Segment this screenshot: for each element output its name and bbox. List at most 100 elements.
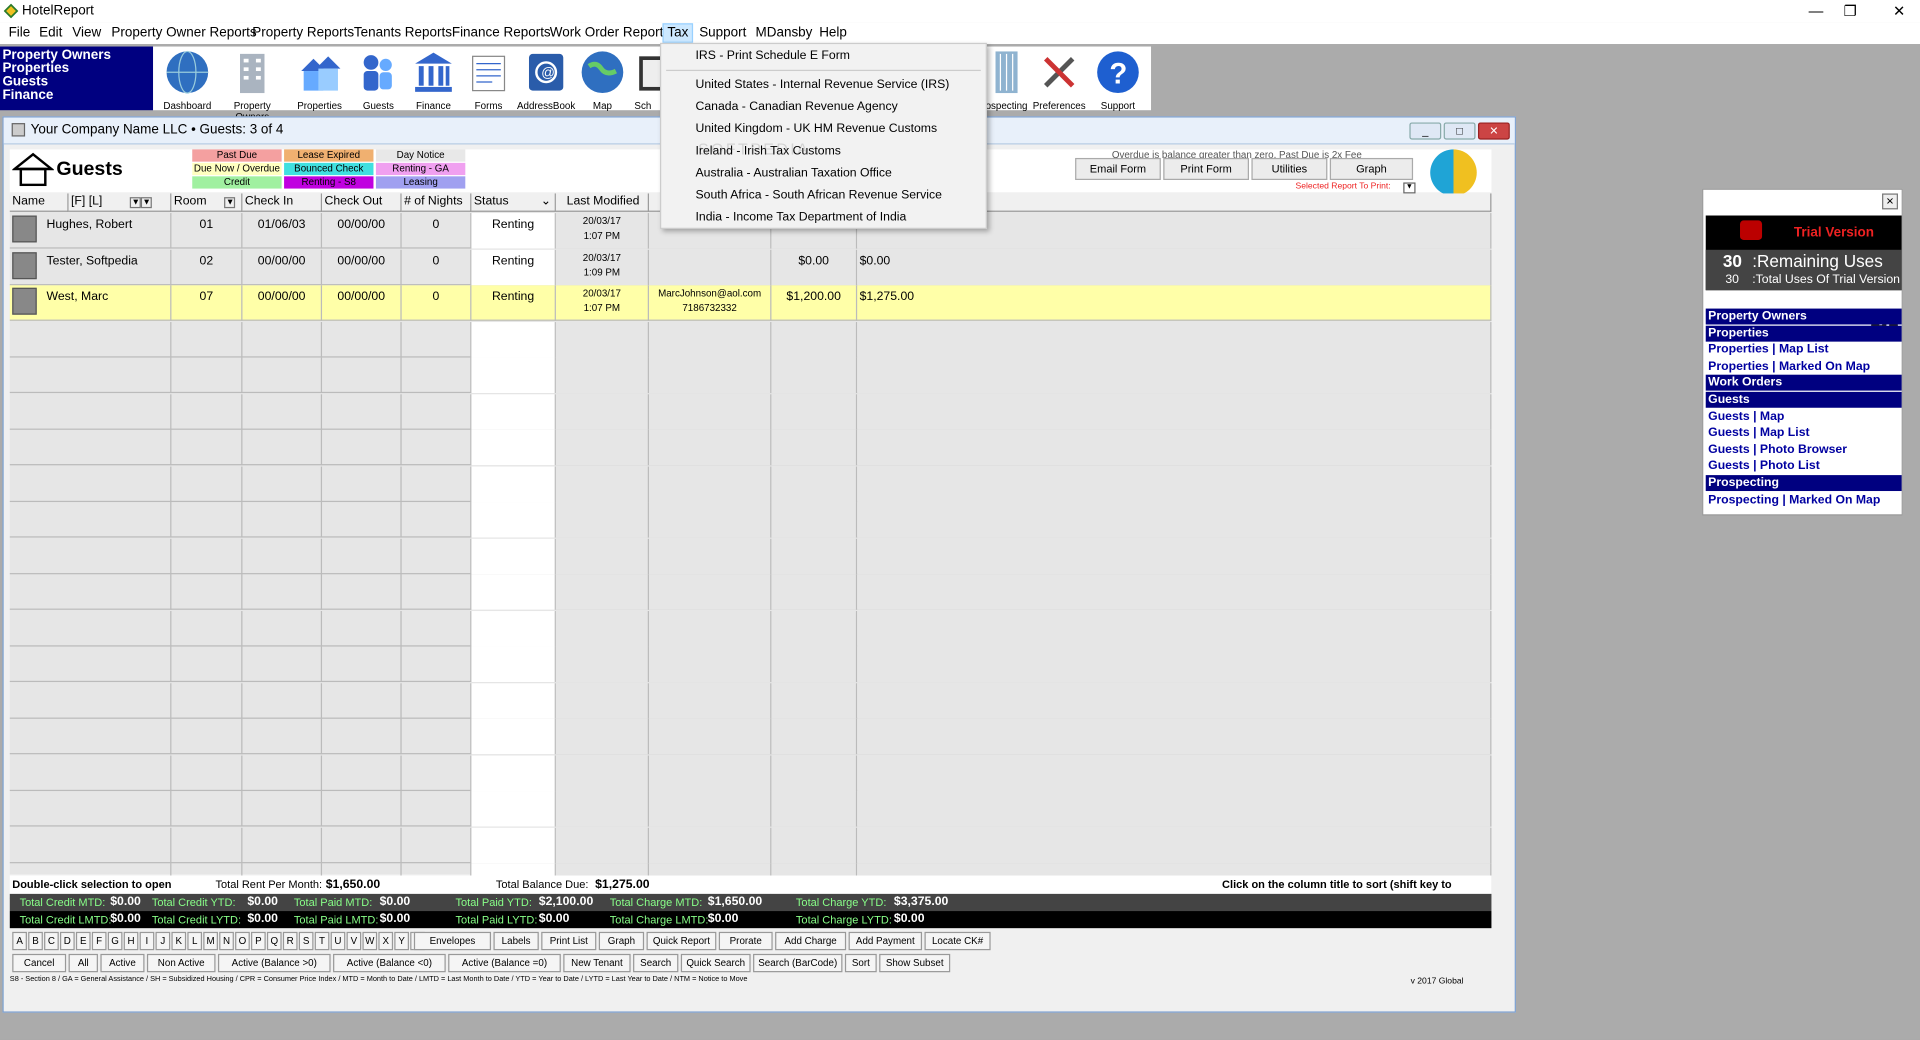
menu-support[interactable]: Support bbox=[696, 24, 751, 41]
tax-menu-item-uk[interactable]: United Kingdom - UK HM Revenue Customs bbox=[696, 122, 938, 135]
menu-view[interactable]: View bbox=[69, 24, 105, 41]
toolbar-preferences[interactable]: Preferences bbox=[1029, 49, 1090, 111]
toolbar-addressbook[interactable]: @ AddressBook bbox=[516, 49, 577, 111]
letter-button-x[interactable]: X bbox=[378, 931, 394, 951]
filter-button[interactable]: Cancel bbox=[12, 953, 67, 973]
table-row[interactable] bbox=[9, 321, 1492, 357]
filter-button[interactable]: Active (Balance >0) bbox=[217, 953, 331, 973]
utilities-button[interactable]: Utilities bbox=[1251, 157, 1328, 181]
table-row[interactable] bbox=[9, 538, 1492, 574]
quick-link[interactable]: Prospecting | Marked On Map bbox=[1706, 492, 1902, 508]
toolbar-schedule[interactable]: Sch bbox=[624, 49, 662, 111]
letter-button-r[interactable]: R bbox=[282, 931, 298, 951]
toolbar-finance[interactable]: Finance bbox=[403, 49, 464, 111]
filter-button[interactable]: Search bbox=[633, 953, 679, 973]
quick-link[interactable]: Properties bbox=[1705, 325, 1902, 342]
action-button[interactable]: Graph bbox=[598, 931, 645, 951]
letter-button-w[interactable]: W bbox=[362, 931, 378, 951]
menu-property-reports[interactable]: Property Reports bbox=[249, 24, 358, 41]
quick-link[interactable]: Guests | Photo Browser bbox=[1706, 442, 1902, 458]
child-minimize-icon[interactable]: _ bbox=[1409, 122, 1442, 140]
letter-button-a[interactable]: A bbox=[12, 931, 27, 951]
panel-close-icon[interactable]: ✕ bbox=[1882, 193, 1898, 210]
report-select[interactable]: ▼ bbox=[1403, 182, 1416, 194]
letter-button-o[interactable]: O bbox=[235, 931, 250, 951]
email-form-button[interactable]: Email Form bbox=[1075, 157, 1161, 181]
col-first-last[interactable]: [F] [L] ▼ ▼ bbox=[68, 193, 172, 212]
tax-menu-item-south-africa[interactable]: South Africa - South African Revenue Ser… bbox=[696, 189, 942, 202]
action-button[interactable]: Prorate bbox=[718, 931, 773, 951]
print-form-button[interactable]: Print Form bbox=[1163, 157, 1249, 181]
graph-button[interactable]: Graph bbox=[1329, 157, 1414, 181]
filter-button[interactable]: Search (BarCode) bbox=[753, 953, 843, 973]
letter-button-s[interactable]: S bbox=[298, 931, 314, 951]
col-name[interactable]: Name bbox=[9, 193, 69, 212]
col-last-modified[interactable]: Last Modified bbox=[555, 193, 649, 212]
toolbar-support[interactable]: ? Support bbox=[1087, 49, 1148, 111]
letter-button-h[interactable]: H bbox=[123, 931, 139, 951]
tax-menu-item-us-irs[interactable]: United States - Internal Revenue Service… bbox=[696, 78, 950, 91]
letter-button-d[interactable]: D bbox=[60, 931, 75, 951]
tax-menu-item-india[interactable]: India - Income Tax Department of India bbox=[696, 211, 907, 224]
menu-file[interactable]: File bbox=[5, 24, 34, 41]
menu-finance-reports[interactable]: Finance Reports bbox=[448, 24, 554, 41]
filter-button[interactable]: Active (Balance <0) bbox=[333, 953, 446, 973]
table-row[interactable] bbox=[9, 791, 1492, 827]
table-row[interactable] bbox=[9, 646, 1492, 683]
letter-button-e[interactable]: E bbox=[75, 931, 91, 951]
table-row[interactable] bbox=[9, 574, 1492, 610]
child-maximize-icon[interactable]: □ bbox=[1443, 122, 1476, 140]
action-button[interactable]: Labels bbox=[493, 931, 539, 951]
col-status[interactable]: Status ⌄ bbox=[471, 193, 556, 212]
quick-link[interactable]: Prospecting bbox=[1705, 475, 1902, 492]
table-row[interactable] bbox=[9, 429, 1492, 466]
filter-button[interactable]: Active bbox=[100, 953, 145, 973]
table-row[interactable] bbox=[9, 393, 1492, 430]
quick-link[interactable]: Guests | Map bbox=[1706, 408, 1902, 424]
quick-link[interactable]: Work Orders bbox=[1705, 375, 1902, 392]
letter-button-i[interactable]: I bbox=[139, 931, 155, 951]
letter-button-f[interactable]: F bbox=[91, 931, 107, 951]
toolbar-guests[interactable]: Guests bbox=[348, 49, 409, 111]
menu-work-order-reports[interactable]: Work Order Reports bbox=[546, 24, 674, 41]
letter-button-n[interactable]: N bbox=[219, 931, 234, 951]
filter-button[interactable]: Active (Balance =0) bbox=[448, 953, 561, 973]
menu-property-owner-reports[interactable]: Property Owner Reports bbox=[108, 24, 261, 41]
menu-help[interactable]: Help bbox=[816, 24, 851, 41]
toolbar-dashboard[interactable]: Dashboard bbox=[157, 49, 218, 111]
col-room[interactable]: Room ▼ bbox=[171, 193, 243, 212]
toolbar-property-owners[interactable]: Property Owners bbox=[222, 49, 283, 122]
letter-button-q[interactable]: Q bbox=[266, 931, 282, 951]
menu-mdansby[interactable]: MDansby bbox=[752, 24, 816, 41]
quick-link[interactable]: Guests bbox=[1705, 391, 1902, 408]
action-button[interactable]: Add Payment bbox=[848, 931, 923, 951]
col-check-in[interactable]: Check In bbox=[242, 193, 323, 212]
col-check-out[interactable]: Check Out bbox=[322, 193, 402, 212]
tax-menu-item-canada[interactable]: Canada - Canadian Revenue Agency bbox=[696, 100, 898, 113]
letter-button-k[interactable]: K bbox=[171, 931, 187, 951]
quick-link[interactable]: Properties | Map List bbox=[1706, 342, 1902, 358]
filter-button[interactable]: Show Subset bbox=[879, 953, 951, 973]
letter-button-u[interactable]: U bbox=[330, 931, 346, 951]
letter-button-j[interactable]: J bbox=[155, 931, 171, 951]
table-row[interactable] bbox=[9, 610, 1492, 646]
filter-dropdown-icon[interactable]: ▼ bbox=[141, 197, 153, 209]
menu-tenants-reports[interactable]: Tenants Reports bbox=[350, 24, 455, 41]
table-row[interactable] bbox=[9, 465, 1492, 502]
room-dropdown-icon[interactable]: ▼ bbox=[224, 197, 236, 209]
action-button[interactable]: Envelopes bbox=[413, 931, 492, 951]
table-row[interactable]: Tester, Softpedia 02 00/00/00 00/00/00 0 Rent… bbox=[9, 249, 1492, 285]
quick-link[interactable]: Guests | Photo List bbox=[1706, 458, 1902, 474]
filter-button[interactable]: Sort bbox=[844, 953, 877, 973]
letter-button-c[interactable]: C bbox=[44, 931, 59, 951]
action-button[interactable]: Locate CK# bbox=[924, 931, 991, 951]
letter-button-g[interactable]: G bbox=[107, 931, 123, 951]
toolbar-properties[interactable]: Properties bbox=[289, 49, 350, 111]
filter-dropdown-icon[interactable]: ▼ bbox=[130, 197, 142, 209]
table-row[interactable] bbox=[9, 502, 1492, 538]
tax-menu-item-irs-schedule-e[interactable]: IRS - Print Schedule E Form bbox=[696, 49, 850, 62]
letter-button-b[interactable]: B bbox=[28, 931, 43, 951]
letter-button-t[interactable]: T bbox=[314, 931, 330, 951]
toolbar-forms[interactable]: Forms bbox=[458, 49, 519, 111]
filter-button[interactable]: Non Active bbox=[146, 953, 216, 973]
